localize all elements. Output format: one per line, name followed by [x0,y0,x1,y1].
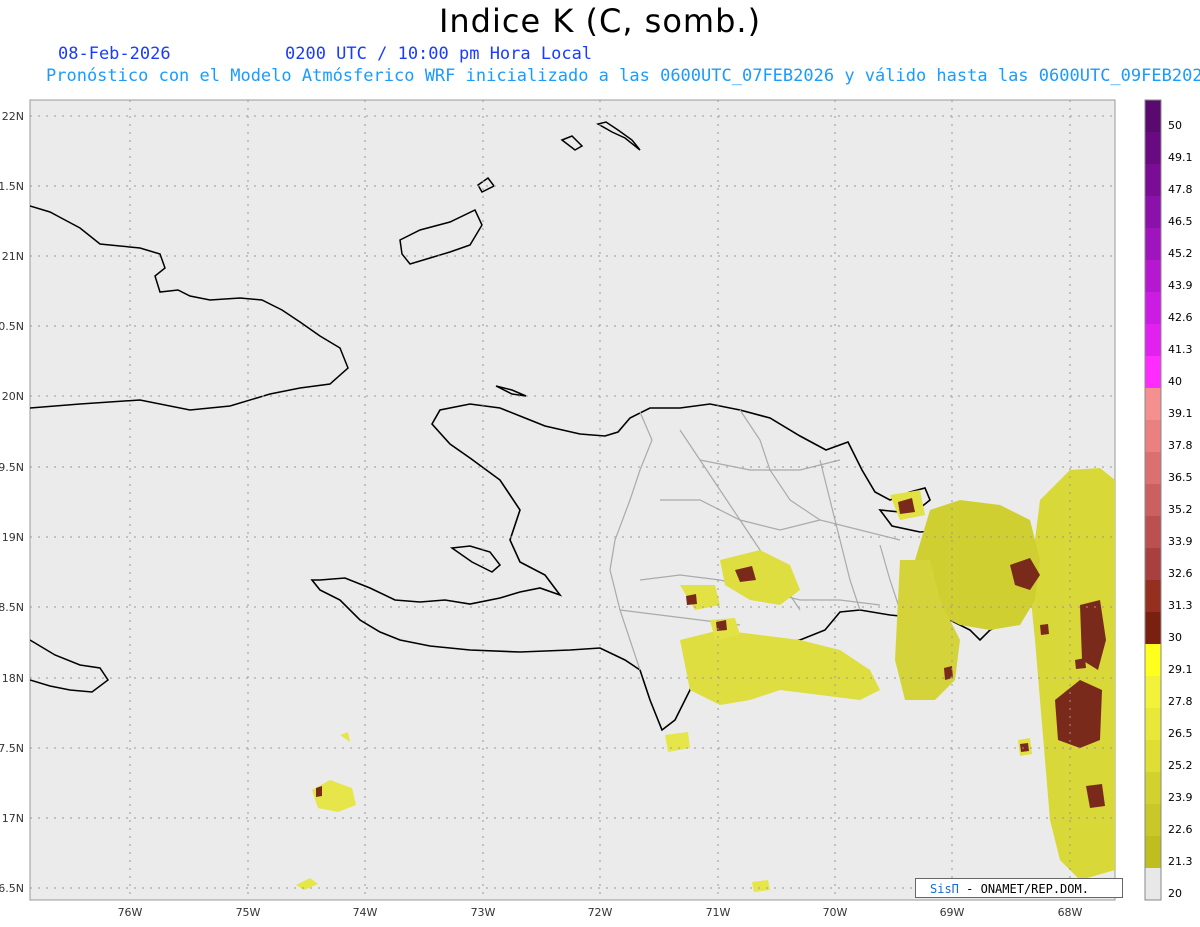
colorbar-swatch [1145,868,1161,900]
lat-label: 8.5N [0,601,24,614]
colorbar-swatch [1145,420,1161,452]
colorbar-swatch [1145,740,1161,772]
colorbar-tick-label: 31.3 [1168,599,1193,612]
colorbar [1144,99,1162,901]
colorbar-tick-label: 32.6 [1168,567,1193,580]
colorbar-swatch [1145,644,1161,676]
colorbar-tick-label: 47.8 [1168,183,1193,196]
colorbar-tick-label: 33.9 [1168,535,1193,548]
colorbar-swatch [1145,676,1161,708]
colorbar-tick-label: 35.2 [1168,503,1193,516]
colorbar-tick-label: 41.3 [1168,343,1193,356]
lon-label: 70W [823,906,848,919]
colorbar-swatch [1145,388,1161,420]
colorbar-tick-label: 27.8 [1168,695,1193,708]
lat-label: 22N [2,110,24,123]
colorbar-swatch [1145,356,1161,388]
credit-box: SisΠ - ONAMET/REP.DOM. [915,878,1123,898]
colorbar-swatch [1145,164,1161,196]
colorbar-swatch [1145,452,1161,484]
colorbar-tick-label: 23.9 [1168,791,1193,804]
colorbar-swatch [1145,228,1161,260]
credit-text: - ONAMET/REP.DOM. [966,882,1089,896]
lon-label: 71W [706,906,731,919]
colorbar-tick-label: 20 [1168,887,1182,900]
colorbar-tick-label: 46.5 [1168,215,1193,228]
lat-label: 7.5N [0,742,24,755]
colorbar-swatch [1145,484,1161,516]
colorbar-tick-label: 21.3 [1168,855,1193,868]
lat-label: 17N [2,812,24,825]
lon-label: 74W [353,906,378,919]
lat-label: 18N [2,672,24,685]
colorbar-swatch [1145,708,1161,740]
lon-label: 68W [1058,906,1083,919]
lat-label: 1.5N [0,180,24,193]
colorbar-swatch [1145,836,1161,868]
lat-label: 9.5N [0,461,24,474]
colorbar-swatch [1145,132,1161,164]
colorbar-tick-label: 30 [1168,631,1182,644]
lat-label: 19N [2,531,24,544]
colorbar-tick-label: 40 [1168,375,1182,388]
colorbar-tick-label: 50 [1168,119,1182,132]
lon-label: 76W [118,906,143,919]
colorbar-tick-label: 37.8 [1168,439,1193,452]
colorbar-tick-label: 29.1 [1168,663,1193,676]
lon-label: 75W [236,906,261,919]
colorbar-tick-label: 39.1 [1168,407,1193,420]
sispi-logo: SisΠ [930,882,959,896]
colorbar-tick-label: 45.2 [1168,247,1193,260]
latitude-labels: 22N 1.5N 21N 0.5N 20N 9.5N 19N 8.5N 18N … [0,110,24,895]
colorbar-tick-label: 25.2 [1168,759,1193,772]
colorbar-tick-label: 42.6 [1168,311,1193,324]
colorbar-swatch [1145,196,1161,228]
colorbar-tick-label: 49.1 [1168,151,1193,164]
colorbar-swatch [1145,292,1161,324]
colorbar-swatch [1145,260,1161,292]
map-canvas: 22N 1.5N 21N 0.5N 20N 9.5N 19N 8.5N 18N … [0,99,1162,919]
colorbar-tick-label: 26.5 [1168,727,1193,740]
colorbar-swatch [1145,516,1161,548]
lat-label: 21N [2,250,24,263]
longitude-labels: 76W 75W 74W 73W 72W 71W 70W 69W 68W [118,906,1083,919]
colorbar-swatch [1145,772,1161,804]
colorbar-swatch [1145,100,1161,132]
lat-label: 6.5N [0,882,24,895]
colorbar-swatch [1145,324,1161,356]
colorbar-swatch [1145,612,1161,644]
colorbar-tick-label: 43.9 [1168,279,1193,292]
colorbar-swatch [1145,548,1161,580]
colorbar-tick-label: 22.6 [1168,823,1193,836]
colorbar-tick-label: 36.5 [1168,471,1193,484]
lat-label: 0.5N [0,320,24,333]
lon-label: 72W [588,906,613,919]
lon-label: 73W [471,906,496,919]
lat-label: 20N [2,390,24,403]
colorbar-swatch [1145,804,1161,836]
colorbar-swatch [1145,580,1161,612]
lon-label: 69W [940,906,965,919]
